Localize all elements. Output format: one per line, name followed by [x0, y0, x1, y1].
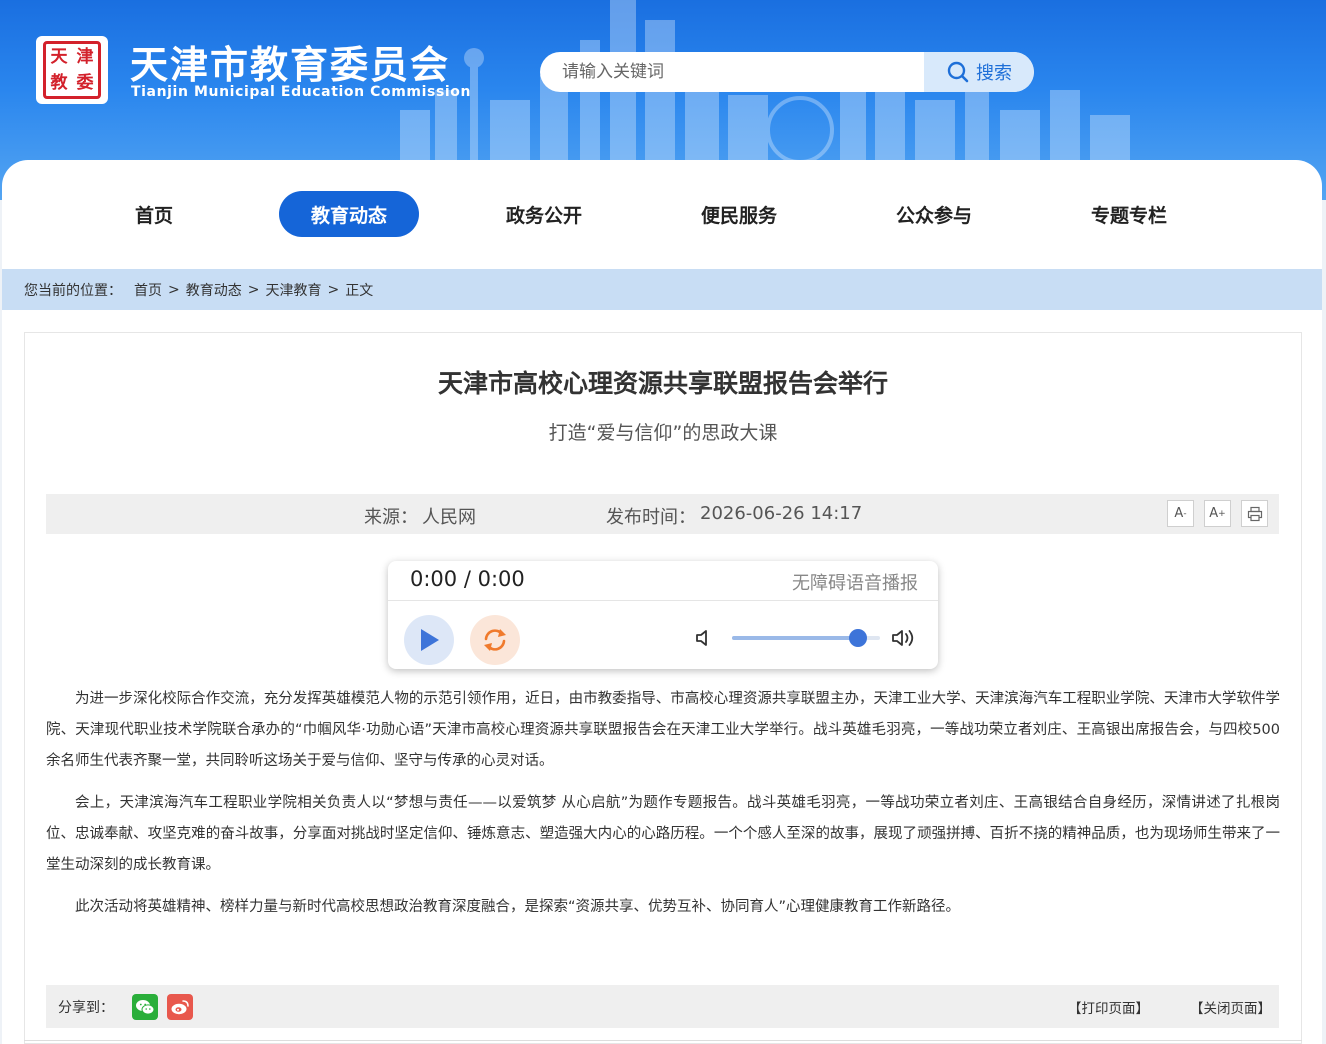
font-increase-button[interactable]: A + — [1204, 500, 1231, 527]
breadcrumb: 您当前的位置： 首页 > 教育动态 > 天津教育 > 正文 — [2, 269, 1322, 310]
player-header: 0:00 / 0:00 无障碍语音播报 — [388, 561, 938, 601]
font-decrease-button[interactable]: A- — [1167, 500, 1194, 527]
close-page-link[interactable]: 【关闭页面】 — [1190, 997, 1271, 1017]
article-paragraph: 为进一步深化校际合作交流，充分发挥英雄模范人物的示范引领作用，近日，由市教委指导… — [46, 691, 1280, 769]
font-increase-label: A — [1209, 506, 1219, 521]
breadcrumb-separator: > — [247, 281, 260, 298]
source-label: 来源： — [364, 507, 418, 528]
logo-seal-icon: 天津教委 — [43, 41, 101, 99]
nav-item-home[interactable]: 首页 — [84, 191, 224, 237]
nav-item-government-affairs[interactable]: 政务公开 — [474, 191, 614, 237]
article-paragraph: 会上，天津滨海汽车工程职业学院相关负责人以“梦想与责任——以爱筑梦 从心启航”为… — [46, 795, 1280, 873]
volume-slider-fill — [732, 636, 858, 640]
breadcrumb-prefix: 您当前的位置： — [24, 282, 122, 299]
wechat-icon[interactable] — [132, 993, 158, 1020]
article-subtitle: 打造“爱与信仰”的思政大课 — [548, 422, 778, 444]
replay-icon — [484, 629, 506, 651]
article-body: 为进一步深化校际合作交流，充分发挥英雄模范人物的示范引领作用，近日，由市教委指导… — [46, 684, 1280, 934]
search-button-label: 搜索 — [976, 63, 1012, 84]
breadcrumb-link-tianjin-education[interactable]: 天津教育 — [265, 280, 321, 300]
site-logo[interactable]: 天津教委 — [36, 36, 108, 104]
play-button[interactable] — [404, 615, 454, 665]
player-label: 无障碍语音播报 — [792, 573, 918, 594]
nav-item-public-participation[interactable]: 公众参与 — [864, 191, 1004, 237]
breadcrumb-current: 正文 — [345, 282, 374, 299]
search-button[interactable]: 搜索 — [924, 52, 1034, 92]
printer-icon — [1247, 506, 1262, 521]
breadcrumb-link-home[interactable]: 首页 — [134, 280, 162, 300]
breadcrumb-separator: > — [327, 281, 340, 298]
breadcrumb-separator: > — [168, 281, 180, 298]
search-box: 搜索 — [540, 52, 1034, 92]
source-value: 人民网 — [422, 507, 476, 528]
article-title: 天津市高校心理资源共享联盟报告会举行 — [437, 369, 888, 398]
nav-item-public-services[interactable]: 便民服务 — [669, 191, 809, 237]
volume-low-icon[interactable] — [694, 627, 716, 649]
site-subtitle: Tianjin Municipal Education Commission — [131, 84, 472, 100]
audio-player: 0:00 / 0:00 无障碍语音播报 — [388, 561, 938, 669]
share-label: 分享到： — [58, 999, 114, 1016]
print-button[interactable] — [1241, 500, 1268, 527]
publish-time-value: 2026-06-26 14:17 — [700, 503, 863, 524]
nav-item-special-topics[interactable]: 专题专栏 — [1059, 191, 1199, 237]
article-meta-bar: 来源： 人民网 发布时间： 2026-06-26 14:17 A- A + — [46, 494, 1279, 534]
publish-time-label: 发布时间： — [606, 507, 696, 528]
article-paragraph: 此次活动将英雄精神、榜样力量与新时代高校思想政治教育深度融合，是探索“资源共享、… — [75, 899, 961, 915]
replay-button[interactable] — [470, 615, 520, 665]
font-increase-mark: + — [1218, 508, 1226, 519]
volume-slider-handle[interactable] — [848, 629, 867, 647]
nav-item-education-news[interactable]: 教育动态 — [279, 191, 419, 237]
main-nav: 首页 教育动态 政务公开 便民服务 公众参与 专题专栏 — [2, 160, 1322, 270]
share-bar: 分享到： 【打印页面】 【关闭页面】 — [46, 985, 1279, 1028]
font-decrease-mark: - — [1183, 508, 1187, 519]
search-input[interactable] — [540, 52, 924, 92]
volume-slider[interactable] — [732, 629, 880, 647]
volume-high-icon[interactable] — [890, 627, 918, 649]
play-icon — [421, 629, 439, 651]
bottom-divider — [24, 1040, 1302, 1041]
weibo-icon[interactable] — [167, 993, 193, 1020]
font-decrease-label: A — [1174, 506, 1184, 521]
site-title: 天津市教育委员会 — [130, 43, 451, 87]
breadcrumb-link-education-news[interactable]: 教育动态 — [186, 280, 242, 300]
search-icon — [947, 61, 969, 83]
print-page-link[interactable]: 【打印页面】 — [1068, 997, 1149, 1017]
player-time: 0:00 / 0:00 — [410, 567, 525, 591]
